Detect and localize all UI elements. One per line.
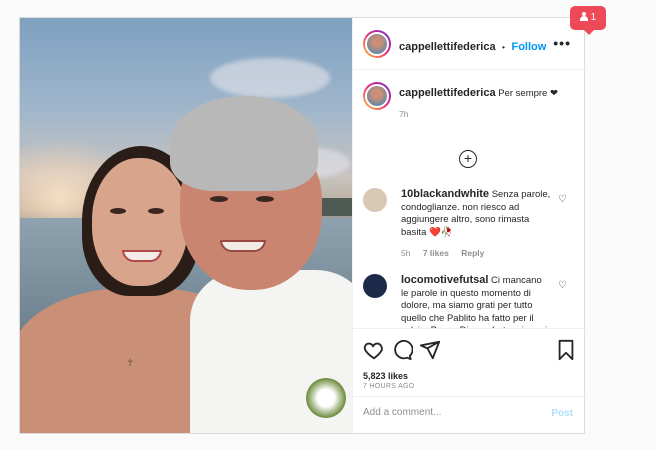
notification-count: 1: [590, 12, 597, 23]
notification-badge[interactable]: 1: [570, 6, 606, 35]
woman-eye: [148, 208, 164, 214]
follow-button[interactable]: Follow: [511, 41, 546, 53]
comments-list[interactable]: cappellettifederica Per sempre ❤ 7h + 10…: [353, 70, 585, 328]
more-options-icon[interactable]: •••: [553, 35, 571, 51]
caption-text: Per sempre ❤: [498, 88, 558, 99]
post-side-panel: cappellettifederica • Follow ••• cappell…: [352, 18, 585, 433]
comment-username[interactable]: locomotivefutsal: [401, 274, 488, 286]
cloud: [210, 58, 330, 98]
comment-time: 5h: [401, 248, 411, 258]
caption-username[interactable]: cappellettifederica: [399, 87, 496, 99]
comment-likes[interactable]: 7 likes: [423, 248, 449, 258]
caption-time: 7h: [399, 108, 409, 119]
plus-circle-icon[interactable]: +: [459, 150, 477, 168]
boutonniere-flower: [306, 378, 346, 418]
share-icon[interactable]: [419, 339, 441, 361]
woman-face: [92, 158, 188, 286]
post-comment-button[interactable]: Post: [551, 408, 573, 419]
post-photo[interactable]: ✝: [20, 18, 352, 433]
woman-eye: [110, 208, 126, 214]
author-avatar[interactable]: [363, 30, 391, 58]
person-icon: [579, 12, 588, 21]
like-comment-heart-icon[interactable]: ♡: [558, 280, 567, 291]
post-header: cappellettifederica • Follow •••: [353, 18, 585, 70]
comment-username[interactable]: 10blackandwhite: [401, 188, 489, 200]
author-username[interactable]: cappellettifederica: [399, 41, 496, 53]
man-grey-hair: [170, 96, 318, 191]
heart-icon[interactable]: [363, 339, 385, 361]
commenter-avatar[interactable]: [363, 188, 387, 212]
woman-smile: [122, 250, 162, 262]
bookmark-icon[interactable]: [555, 339, 577, 361]
man-eye: [256, 196, 274, 202]
comment-icon[interactable]: [391, 339, 413, 361]
instagram-post-modal: ✝ cappellettifederica • Follow ••• cappe…: [19, 17, 585, 434]
cross-necklace: ✝: [126, 358, 135, 369]
post-actions: 5,823 likes 7 HOURS AGO: [353, 328, 585, 390]
man-smile: [220, 240, 266, 252]
likes-count[interactable]: 5,823 likes: [363, 371, 408, 381]
commenter-avatar[interactable]: [363, 274, 387, 298]
like-comment-heart-icon[interactable]: ♡: [558, 194, 567, 205]
comment-input[interactable]: [363, 407, 533, 418]
post-timestamp: 7 HOURS AGO: [363, 383, 415, 390]
separator-dot: •: [502, 42, 506, 52]
reply-button[interactable]: Reply: [461, 248, 484, 258]
author-avatar[interactable]: [363, 82, 391, 110]
add-comment-bar: Post: [353, 396, 585, 433]
man-eye: [210, 196, 228, 202]
